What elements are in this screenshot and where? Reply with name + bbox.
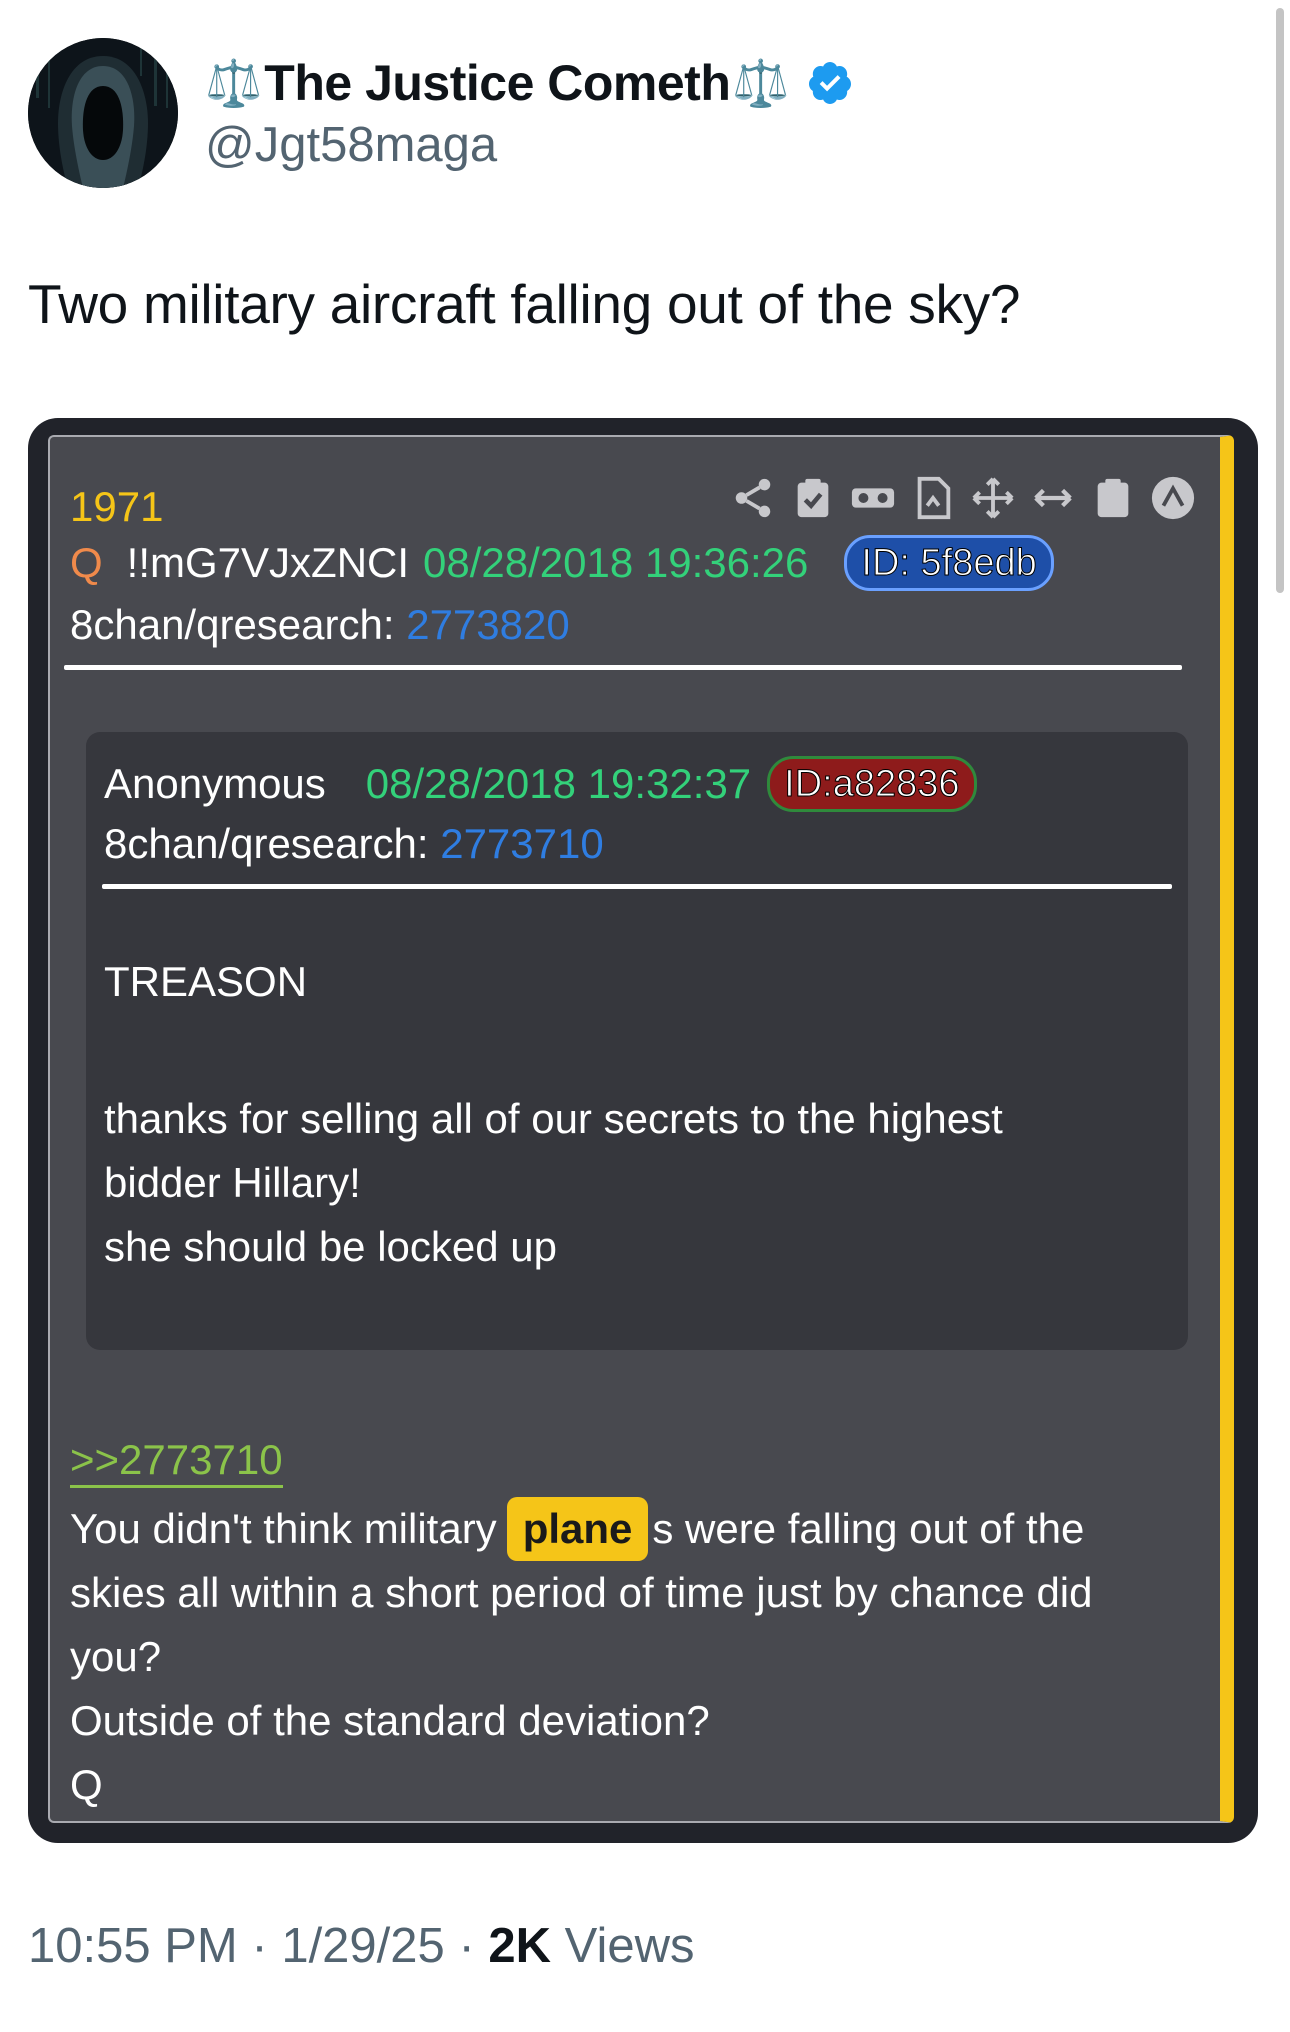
document-icon[interactable] [910,475,956,521]
clipboard-check-icon[interactable] [790,475,836,521]
anon-timestamp: 08/28/2018 19:32:37 [365,760,752,807]
post-number: 1971 [70,483,164,530]
anon-board-label: 8chan/qresearch: [104,820,429,867]
anon-heading: TREASON [104,958,308,1005]
post-toolbar [730,475,1196,521]
scroll-top-icon[interactable] [1150,475,1196,521]
q-reply-text: s were falling out of the [652,1505,1085,1552]
footer-separator: · [458,1919,475,1973]
q-board-label: 8chan/qresearch: [70,601,395,648]
glasses-icon[interactable] [850,475,896,521]
q-board-post-link[interactable]: 2773820 [406,601,570,648]
tweet-text: Two military aircraft falling out of the… [28,273,1021,335]
move-icon[interactable] [970,475,1016,521]
q-post: 1971 Q !!mG7VJxZNCI 08/28/2018 19:36:26 … [48,435,1234,1823]
q-timestamp: 08/28/2018 19:36:26 [423,539,809,586]
tweet-time[interactable]: 10:55 PM [28,1919,238,1973]
q-reply-line: You didn't think military plane s were fal… [70,1497,1200,1561]
anon-id-badge: ID:a82836 [767,756,977,812]
q-reply-text: You didn't think military [70,1505,497,1552]
anon-board-line: 8chan/qresearch: 2773710 [104,820,604,868]
tweet-footer: 10:55 PM · 1/29/25 · 2K Views [28,1918,694,1974]
quoted-post: Anonymous 08/28/2018 19:32:37 ID:a82836 … [86,732,1188,1350]
highlighted-word: plane [506,1497,649,1561]
avatar[interactable] [28,38,178,188]
hooded-figure-image [28,38,178,188]
anon-author: Anonymous [104,760,326,807]
q-header-divider [64,665,1182,670]
author-name-row[interactable]: ⚖️ The Justice Cometh ⚖️ [205,48,854,118]
views-label: Views [564,1919,695,1973]
q-board-line: 8chan/qresearch: 2773820 [70,601,570,649]
q-id-badge: ID: 5f8edb [844,535,1054,591]
embedded-image-card[interactable]: 1971 Q !!mG7VJxZNCI 08/28/2018 19:36:26 … [28,418,1258,1843]
anon-header-divider [102,884,1172,889]
views-count: 2K [488,1919,552,1973]
clipboard-icon[interactable] [1090,475,1136,521]
q-reply-line: Q [70,1761,103,1808]
q-tripcode: !!mG7VJxZNCI [126,539,410,586]
author-handle[interactable]: @Jgt58maga [205,117,497,173]
scrollbar[interactable] [1276,8,1284,593]
anon-body-line: she should be locked up [104,1223,557,1270]
anon-body: thanks for selling all of our secrets to… [104,1087,1164,1279]
q-author-letter: Q [70,539,103,586]
tweet-date[interactable]: 1/29/25 [281,1919,445,1973]
display-name[interactable]: The Justice Cometh [264,54,731,112]
anon-body-line: thanks for selling all of our secrets to… [104,1095,1003,1142]
q-reply-line: skies all within a short period of time … [70,1569,1093,1616]
share-icon[interactable] [730,475,776,521]
anon-body-line: bidder Hillary! [104,1159,361,1206]
footer-separator: · [251,1919,268,1973]
q-reply-body: You didn't think military plane s were fal… [70,1497,1200,1817]
reply-link[interactable]: >>2773710 [70,1437,283,1488]
anon-meta: Anonymous 08/28/2018 19:32:37 ID:a82836 [104,756,977,812]
resize-horizontal-icon[interactable] [1030,475,1076,521]
scales-emoji-right: ⚖️ [732,57,790,109]
q-post-meta: Q !!mG7VJxZNCI 08/28/2018 19:36:26 ID: 5… [70,535,1054,591]
verified-badge-icon [808,62,851,104]
anon-board-post-link[interactable]: 2773710 [440,820,604,867]
q-reply-line: you? [70,1633,162,1680]
scales-emoji-left: ⚖️ [205,57,263,109]
q-reply-line: Outside of the standard deviation? [70,1697,710,1744]
